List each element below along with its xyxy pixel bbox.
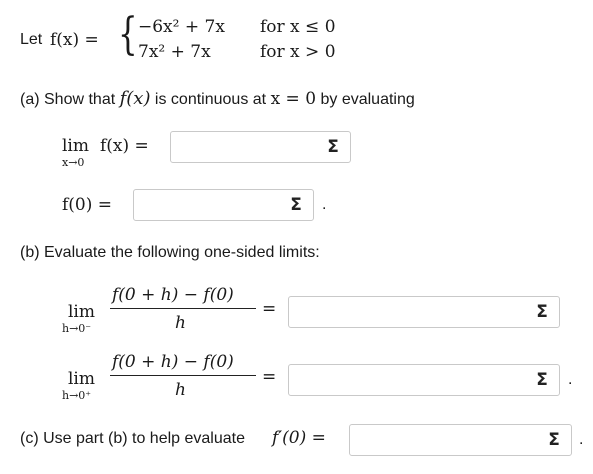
period: . xyxy=(568,371,573,388)
sigma-icon[interactable]: Σ xyxy=(316,132,350,162)
right-denominator: h xyxy=(175,380,186,400)
right-limit-answer-input[interactable]: Σ xyxy=(288,364,560,396)
part-c-prompt: (c) Use part (b) to help evaluate xyxy=(20,430,245,447)
limit-subscript: x→0 xyxy=(62,156,85,169)
sigma-icon[interactable]: Σ xyxy=(525,297,559,327)
limit-word: lim xyxy=(62,136,89,156)
piece1-condition: for x ≤ 0 xyxy=(260,17,336,37)
limit-answer-field[interactable] xyxy=(171,132,316,162)
right-limit-word: lim xyxy=(68,369,95,389)
part-b-prompt: (b) Evaluate the following one-sided lim… xyxy=(20,244,320,261)
sigma-icon[interactable]: Σ xyxy=(279,190,313,220)
left-limit-answer-input[interactable]: Σ xyxy=(288,296,560,328)
period: . xyxy=(579,431,584,448)
left-limit-answer-field[interactable] xyxy=(289,297,525,327)
piece1-expression: −6x² + 7x xyxy=(138,17,225,37)
limit-expression: f(x) = xyxy=(100,136,149,156)
left-equals: = xyxy=(262,299,277,319)
sigma-icon[interactable]: Σ xyxy=(525,365,559,395)
piece2-expression: 7x² + 7x xyxy=(138,42,211,62)
left-limit-subscript: h→0⁻ xyxy=(62,322,92,335)
part-a-text-mid: is continuous at xyxy=(154,91,267,108)
let-label: Let xyxy=(20,31,43,48)
piece2-condition: for x > 0 xyxy=(260,42,336,62)
right-equals: = xyxy=(262,367,277,387)
part-a-text-end: by evaluating xyxy=(320,91,415,108)
sigma-icon[interactable]: Σ xyxy=(537,425,571,455)
right-limit-answer-field[interactable] xyxy=(289,365,525,395)
limit-answer-input[interactable]: Σ xyxy=(170,131,351,163)
derivative-answer-input[interactable]: Σ xyxy=(349,424,572,456)
period: . xyxy=(322,196,327,213)
left-fraction-bar xyxy=(110,308,256,309)
part-a-func: f(x) xyxy=(119,88,151,109)
left-numerator: f(0 + h) − f(0) xyxy=(112,285,234,305)
f0-answer-field[interactable] xyxy=(134,190,279,220)
right-numerator: f(0 + h) − f(0) xyxy=(112,352,234,372)
f0-answer-input[interactable]: Σ xyxy=(133,189,314,221)
part-c-expression: f′(0) = xyxy=(272,428,326,448)
left-limit-word: lim xyxy=(68,302,95,322)
part-a-condition: x = 0 xyxy=(270,89,317,109)
function-name: f(x) = xyxy=(50,30,99,50)
part-a-prompt: (a) Show that f(x) is continuous at x = … xyxy=(20,88,415,109)
right-limit-subscript: h→0⁺ xyxy=(62,389,92,402)
left-denominator: h xyxy=(175,313,186,333)
piecewise-brace: { xyxy=(118,9,138,60)
f0-label: f(0) = xyxy=(62,195,113,215)
derivative-answer-field[interactable] xyxy=(350,425,537,455)
right-fraction-bar xyxy=(110,375,256,376)
part-a-text: (a) Show that xyxy=(20,91,116,108)
